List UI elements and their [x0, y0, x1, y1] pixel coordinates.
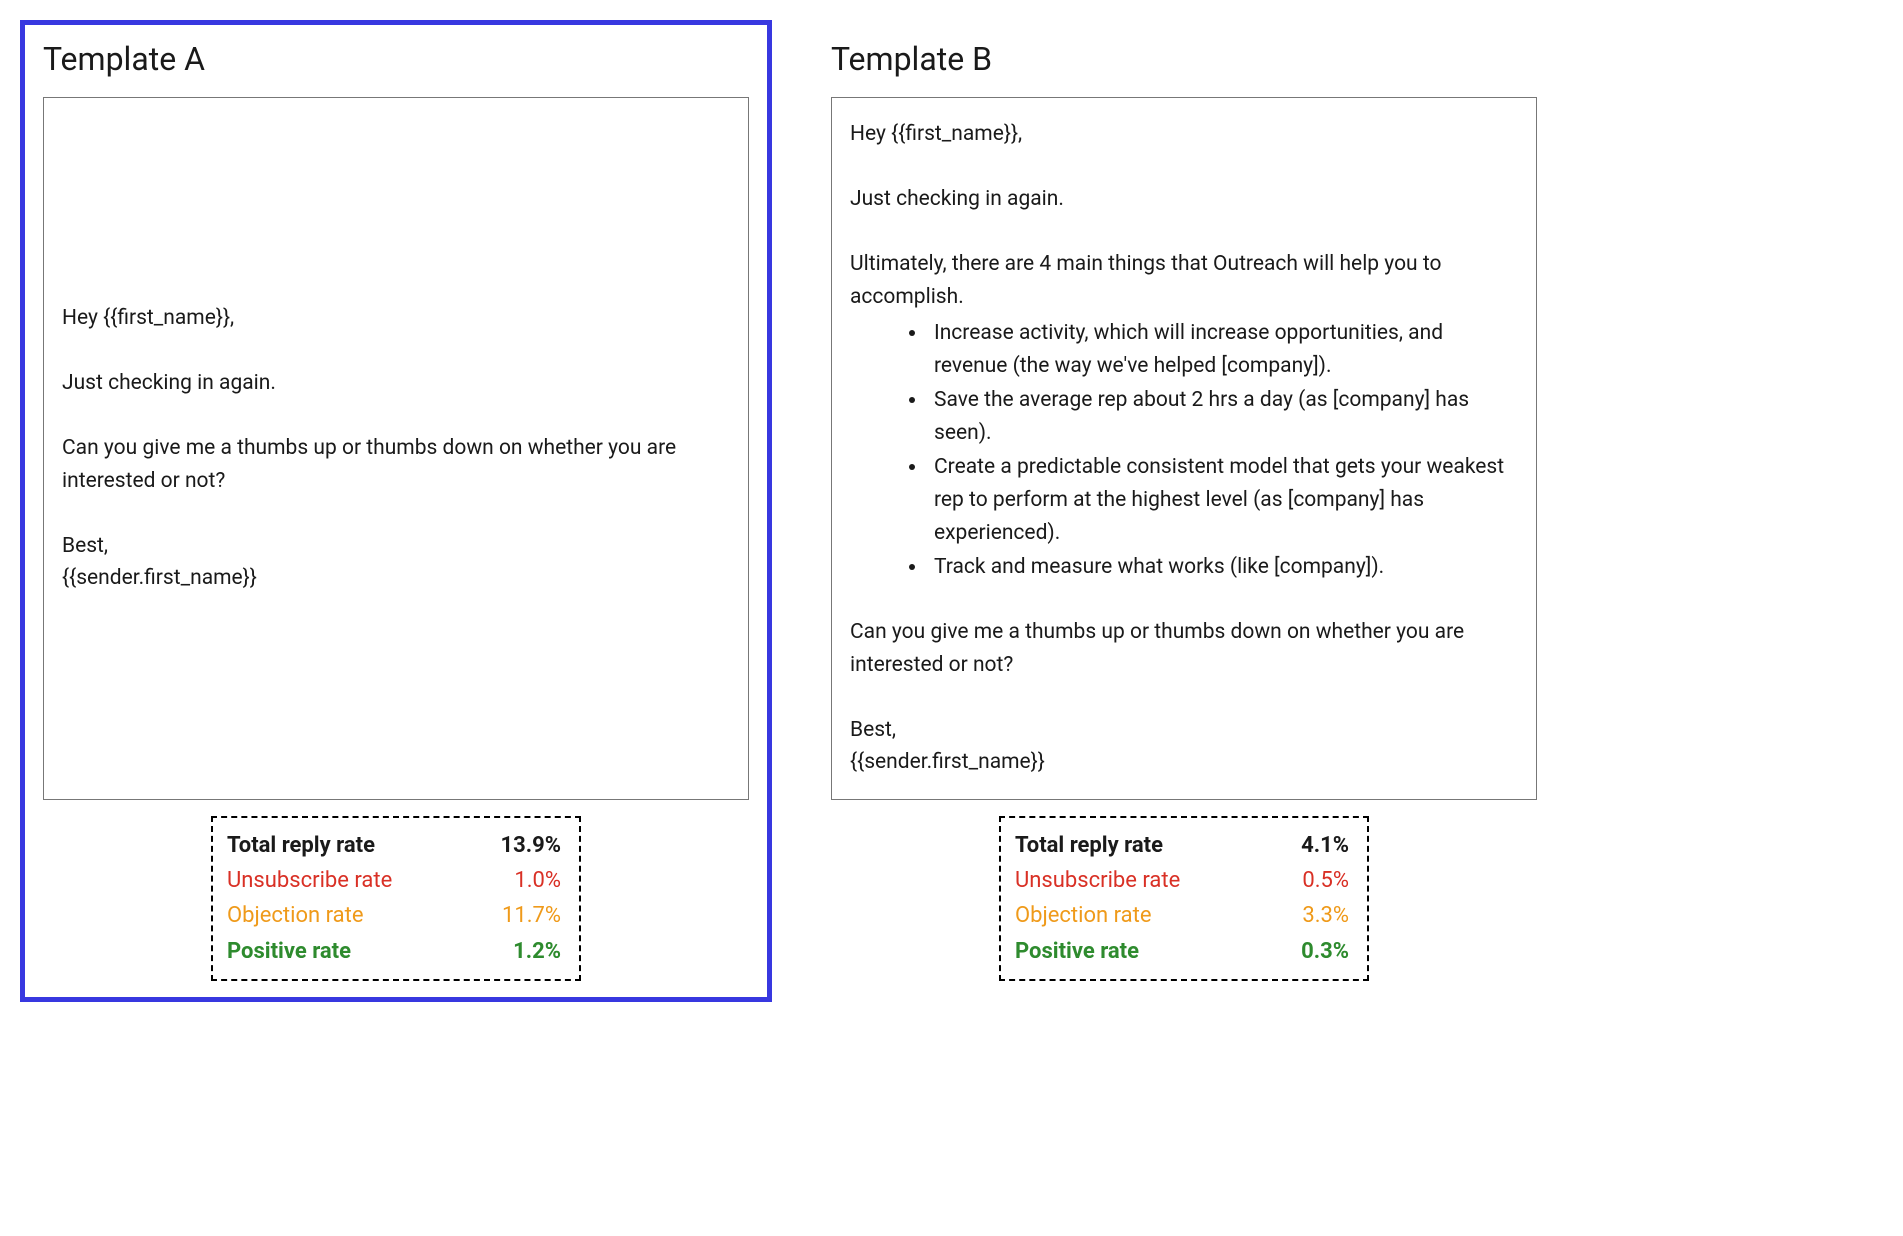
- stat-unsub-value: 1.0%: [481, 863, 561, 898]
- email-bullet: Increase activity, which will increase o…: [928, 317, 1518, 382]
- stat-objection-value: 11.7%: [481, 898, 561, 933]
- template-a-email: Hey {{first_name}}, Just checking in aga…: [43, 97, 749, 800]
- template-a-stats: Total reply rate 13.9% Unsubscribe rate …: [211, 816, 581, 981]
- stat-objection-label: Objection rate: [227, 898, 364, 933]
- template-a-panel[interactable]: Template A Hey {{first_name}}, Just chec…: [20, 20, 772, 1002]
- email-bullet: Create a predictable consistent model th…: [928, 451, 1518, 549]
- template-b-panel[interactable]: Template B Hey {{first_name}}, Just chec…: [808, 20, 1560, 1002]
- email-bullet: Track and measure what works (like [comp…: [928, 551, 1518, 584]
- template-b-title: Template B: [831, 35, 1537, 83]
- email-greeting: Hey {{first_name}},: [62, 302, 730, 335]
- stat-total-reply-value: 13.9%: [481, 828, 561, 863]
- template-b-stats: Total reply rate 4.1% Unsubscribe rate 0…: [999, 816, 1369, 981]
- stat-unsub-value: 0.5%: [1269, 863, 1349, 898]
- stat-objection-value: 3.3%: [1269, 898, 1349, 933]
- stat-positive-label: Positive rate: [227, 934, 351, 969]
- stat-total-reply-label: Total reply rate: [1015, 828, 1163, 863]
- email-greeting: Hey {{first_name}},: [850, 118, 1518, 151]
- stat-unsub-label: Unsubscribe rate: [1015, 863, 1180, 898]
- email-intro: Just checking in again.: [62, 367, 730, 400]
- email-followup: Can you give me a thumbs up or thumbs do…: [62, 432, 730, 497]
- stat-positive-value: 0.3%: [1269, 934, 1349, 969]
- email-bullet-list: Increase activity, which will increase o…: [850, 317, 1518, 583]
- template-b-email: Hey {{first_name}}, Just checking in aga…: [831, 97, 1537, 800]
- stat-objection-label: Objection rate: [1015, 898, 1152, 933]
- email-intro: Just checking in again.: [850, 183, 1518, 216]
- stat-total-reply-label: Total reply rate: [227, 828, 375, 863]
- stat-total-reply-value: 4.1%: [1269, 828, 1349, 863]
- email-followup: Can you give me a thumbs up or thumbs do…: [850, 616, 1518, 681]
- stat-unsub-label: Unsubscribe rate: [227, 863, 392, 898]
- email-sender: {{sender.first_name}}: [850, 746, 1518, 779]
- template-a-title: Template A: [43, 35, 749, 83]
- stat-positive-label: Positive rate: [1015, 934, 1139, 969]
- email-lead: Ultimately, there are 4 main things that…: [850, 248, 1518, 313]
- email-bullet: Save the average rep about 2 hrs a day (…: [928, 384, 1518, 449]
- email-signoff: Best,: [850, 714, 1518, 747]
- email-sender: {{sender.first_name}}: [62, 562, 730, 595]
- stat-positive-value: 1.2%: [481, 934, 561, 969]
- email-signoff: Best,: [62, 530, 730, 563]
- template-comparison: Template A Hey {{first_name}}, Just chec…: [20, 20, 1560, 1002]
